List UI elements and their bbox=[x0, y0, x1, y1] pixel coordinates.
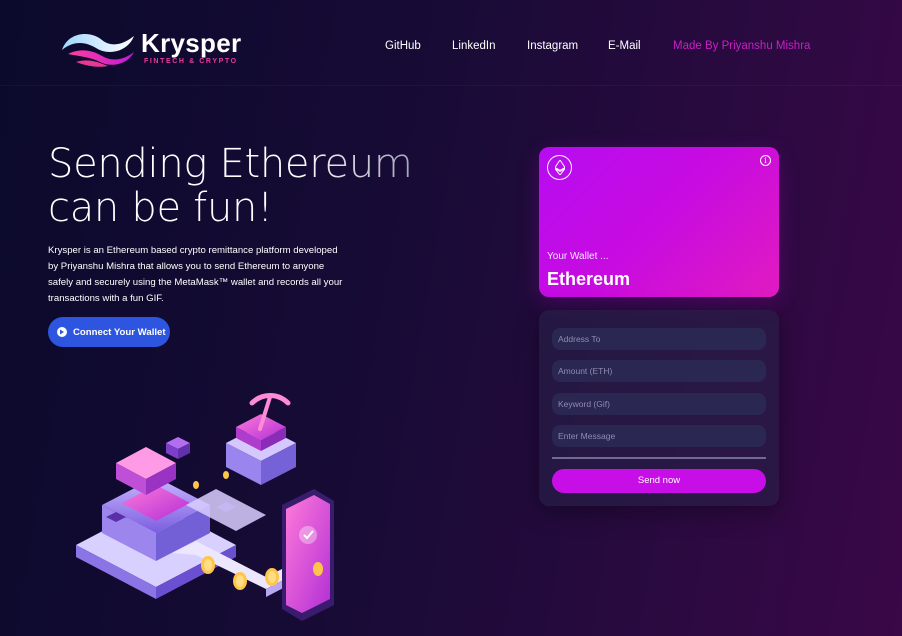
nav-link-instagram[interactable]: Instagram bbox=[527, 40, 578, 52]
info-icon[interactable]: i bbox=[760, 155, 771, 166]
hero-title: Sending Ethereum can be fun! bbox=[48, 142, 448, 230]
ethereum-icon bbox=[547, 155, 572, 180]
form-divider bbox=[552, 457, 766, 459]
nav-link-email[interactable]: E-Mail bbox=[608, 40, 641, 52]
keyword-input[interactable] bbox=[552, 393, 766, 415]
arrow-circle-icon bbox=[57, 327, 67, 337]
nav-links: GitHub LinkedIn Instagram E-Mail Made By… bbox=[0, 40, 902, 56]
wallet-name: Ethereum bbox=[547, 269, 631, 289]
wallet-card: i Your Wallet ... Ethereum bbox=[539, 147, 779, 297]
nav-link-credit[interactable]: Made By Priyanshu Mishra bbox=[673, 40, 810, 52]
nav-link-github[interactable]: GitHub bbox=[385, 40, 421, 52]
amount-input[interactable] bbox=[552, 360, 766, 382]
nav-link-linkedin[interactable]: LinkedIn bbox=[452, 40, 495, 52]
brand-tagline: FINTECH & CRYPTO bbox=[144, 58, 238, 65]
connect-wallet-button[interactable]: Connect Your Wallet bbox=[48, 317, 170, 347]
top-nav: Krysper FINTECH & CRYPTO GitHub LinkedIn… bbox=[0, 0, 902, 86]
address-to-input[interactable] bbox=[552, 328, 766, 350]
message-input[interactable] bbox=[552, 425, 766, 447]
connect-wallet-label: Connect Your Wallet bbox=[73, 326, 166, 338]
hero-description: Krysper is an Ethereum based crypto remi… bbox=[48, 245, 343, 304]
blockchain-mining-illustration bbox=[76, 393, 334, 621]
send-now-button[interactable]: Send now bbox=[552, 469, 766, 493]
send-form: Send now bbox=[539, 310, 779, 506]
wallet-label: Your Wallet ... bbox=[547, 251, 609, 262]
